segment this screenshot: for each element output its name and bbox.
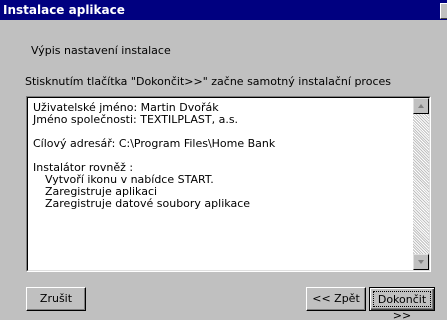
page-heading: Výpis nastavení instalace (31, 44, 171, 57)
instruction-text: Stisknutím tlačítka "Dokončit>>" začne s… (25, 75, 391, 88)
title-bar: Instalace aplikace (0, 0, 447, 20)
summary-target-dir: Cílový adresář: C:\Program Files\Home Ba… (33, 137, 276, 150)
arrow-up-icon (418, 104, 424, 108)
finish-button-label: Dokončit >> (373, 291, 431, 322)
finish-button[interactable]: Dokončit >> (369, 287, 435, 322)
summary-text: Uživatelské jméno: Martin Dvořák Jméno s… (33, 102, 407, 210)
scroll-up-button[interactable] (413, 98, 429, 114)
summary-listbox-frame: Uživatelské jméno: Martin Dvořák Jméno s… (27, 97, 430, 271)
summary-listbox[interactable]: Uživatelské jméno: Martin Dvořák Jméno s… (26, 96, 431, 272)
back-button[interactable]: << Zpět (306, 287, 366, 311)
arrow-down-icon (418, 260, 424, 264)
vertical-scrollbar[interactable] (413, 98, 429, 270)
close-button[interactable] (440, 3, 447, 19)
installer-window: Instalace aplikace Výpis nastavení insta… (0, 0, 447, 322)
scroll-down-button[interactable] (413, 254, 429, 270)
summary-task-register-files: Zaregistruje datové soubory aplikace (45, 197, 251, 210)
window-title: Instalace aplikace (3, 3, 125, 17)
summary-company: Jméno společnosti: TEXTILPLAST, a.s. (33, 113, 239, 126)
cancel-button[interactable]: Zrušit (26, 287, 86, 311)
